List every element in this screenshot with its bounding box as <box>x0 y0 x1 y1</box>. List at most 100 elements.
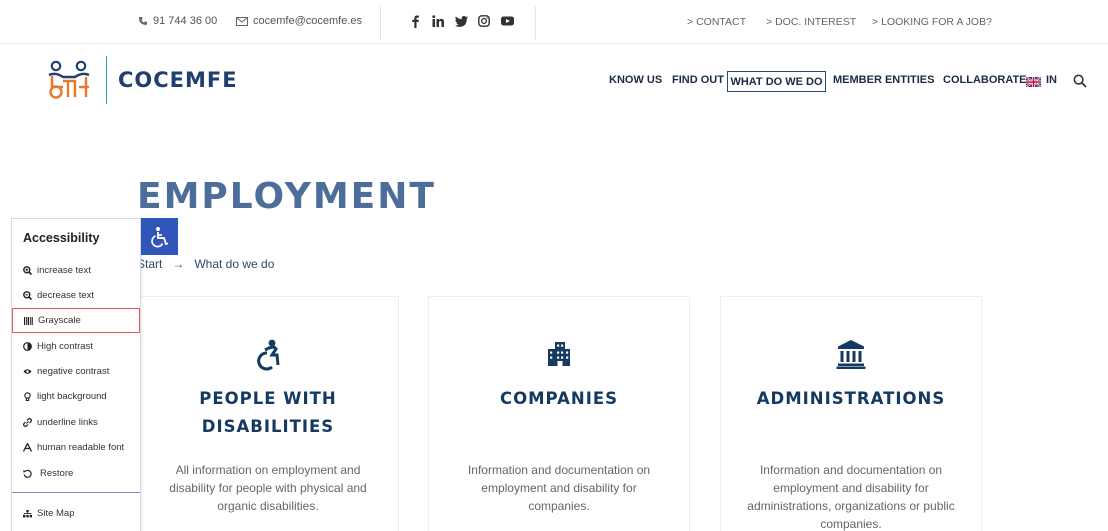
card-desc-line: employment and disability for <box>481 481 637 495</box>
institution-icon <box>836 340 866 369</box>
restore-icon <box>23 469 32 478</box>
email-address: cocemfe@cocemfe.es <box>253 15 362 27</box>
youtube-icon[interactable] <box>500 13 514 29</box>
card-desc-line: All information on employment and <box>175 463 361 477</box>
card-title: ADMINISTRATIONS <box>756 389 946 408</box>
page-title: EMPLOYMENT <box>137 176 436 217</box>
card-desc-line: Information and documentation on <box>759 463 943 477</box>
card-title: COMPANIES <box>499 389 618 408</box>
card-desc-line: disability for people with physical and <box>169 481 367 495</box>
card-icon-wrap <box>138 339 398 371</box>
bulb-icon <box>23 391 32 402</box>
card-desc-line: employment and disability for <box>773 481 929 495</box>
link-chevron: > <box>872 16 879 28</box>
card-desc-line: organic disabilities. <box>217 499 319 513</box>
readable-font-label: human readable font <box>37 442 125 453</box>
link-icon <box>23 418 32 427</box>
font-icon <box>23 443 32 452</box>
accessibility-panel: Accessibility increase text decrease tex… <box>11 218 141 531</box>
light-background-label: light background <box>37 391 107 402</box>
site-map-link[interactable]: Site Map <box>12 501 140 526</box>
top-bar: 91 744 36 00 cocemfe@cocemfe.es > CONTAC… <box>0 0 1108 44</box>
link-chevron: > <box>766 16 773 28</box>
site-logo[interactable]: COCEMFE <box>44 56 238 104</box>
nav-find-out[interactable]: FIND OUT <box>672 74 724 86</box>
card-title-line: DISABILITIES <box>201 417 335 436</box>
high-contrast-label: High contrast <box>37 341 93 352</box>
card-description: Information and documentation on employm… <box>451 461 667 515</box>
doc-interest-label: DOC. INTEREST <box>775 16 857 28</box>
restore-button[interactable]: Restore <box>12 461 140 486</box>
readable-font-button[interactable]: human readable font <box>12 435 140 460</box>
card-administrations[interactable]: ADMINISTRATIONS Information and document… <box>720 296 982 531</box>
phone-icon <box>139 17 147 25</box>
building-icon <box>548 342 570 366</box>
restore-label: Restore <box>40 468 74 479</box>
card-desc-line: administrations, organizations or public <box>747 499 955 513</box>
breadcrumb: Start → What do we do <box>137 257 274 271</box>
phone-contact[interactable]: 91 744 36 00 <box>138 15 217 27</box>
decrease-text-button[interactable]: decrease text <box>12 283 140 308</box>
envelope-icon <box>236 16 248 26</box>
twitter-icon[interactable] <box>454 13 468 29</box>
underline-links-button[interactable]: underline links <box>12 410 140 435</box>
divider <box>535 6 536 40</box>
increase-text-label: increase text <box>37 265 91 276</box>
sitemap-icon <box>23 509 32 518</box>
eye-icon <box>23 368 32 375</box>
doc-interest-link[interactable]: > DOC. INTEREST <box>766 16 856 28</box>
linkedin-icon[interactable] <box>431 13 445 29</box>
panel-divider <box>12 492 140 493</box>
facebook-icon[interactable] <box>408 13 422 29</box>
contrast-icon <box>23 342 32 351</box>
social-links <box>408 13 514 29</box>
card-title: PEOPLE WITH DISABILITIES <box>148 385 388 441</box>
logo-divider <box>106 56 107 104</box>
negative-contrast-label: negative contrast <box>37 366 110 377</box>
nav-know-us[interactable]: KNOW US <box>609 74 662 86</box>
card-icon-wrap <box>429 339 689 367</box>
divider <box>380 6 381 40</box>
uk-flag-icon[interactable] <box>1026 77 1041 87</box>
card-people-with-disabilities[interactable]: PEOPLE WITH DISABILITIES All information… <box>137 296 399 531</box>
grayscale-button[interactable]: Grayscale <box>12 308 140 333</box>
search-icon[interactable] <box>1073 74 1087 88</box>
nav-what-do-we-do-label: WHAT DO WE DO <box>730 75 823 88</box>
logo-text: COCEMFE <box>118 68 238 92</box>
card-icon-wrap <box>721 339 981 369</box>
nav-collaborate[interactable]: COLLABORATE <box>943 74 1027 86</box>
card-description: All information on employment and disabi… <box>160 461 376 515</box>
zoom-in-icon <box>23 266 32 275</box>
wheelchair-icon <box>150 226 168 247</box>
link-chevron: > <box>687 16 694 28</box>
contact-label: CONTACT <box>696 16 747 28</box>
instagram-icon[interactable] <box>477 13 491 29</box>
light-background-button[interactable]: light background <box>12 384 140 409</box>
wheelchair-active-icon <box>257 339 280 371</box>
grayscale-label: Grayscale <box>38 315 81 326</box>
card-companies[interactable]: COMPANIES Information and documentation … <box>428 296 690 531</box>
increase-text-button[interactable]: increase text <box>12 258 140 283</box>
accessibility-toggle-button[interactable] <box>141 218 178 255</box>
phone-number: 91 744 36 00 <box>153 15 218 27</box>
language-switch[interactable]: IN <box>1046 74 1057 86</box>
breadcrumb-what-do-we-do[interactable]: What do we do <box>194 257 274 271</box>
card-desc-line: Information and documentation on <box>467 463 651 477</box>
zoom-out-icon <box>23 291 32 300</box>
decrease-text-label: decrease text <box>37 290 95 301</box>
card-description: Information and documentation on employm… <box>743 461 959 531</box>
job-link[interactable]: > LOOKING FOR A JOB? <box>872 16 992 28</box>
nav-member-entities[interactable]: MEMBER ENTITIES <box>833 74 934 86</box>
card-desc-line: companies. <box>528 499 590 513</box>
card-desc-line: companies. <box>820 517 882 531</box>
barcode-icon <box>24 316 33 325</box>
underline-links-label: underline links <box>37 417 98 428</box>
nav-what-do-we-do[interactable]: WHAT DO WE DO <box>727 71 826 92</box>
email-contact[interactable]: cocemfe@cocemfe.es <box>236 15 362 27</box>
contact-link[interactable]: > CONTACT <box>687 16 746 28</box>
site-map-label: Site Map <box>37 508 75 519</box>
card-title-line: PEOPLE WITH <box>199 389 337 408</box>
negative-contrast-button[interactable]: negative contrast <box>12 359 140 384</box>
breadcrumb-arrow: → <box>172 257 185 271</box>
high-contrast-button[interactable]: High contrast <box>12 334 140 359</box>
